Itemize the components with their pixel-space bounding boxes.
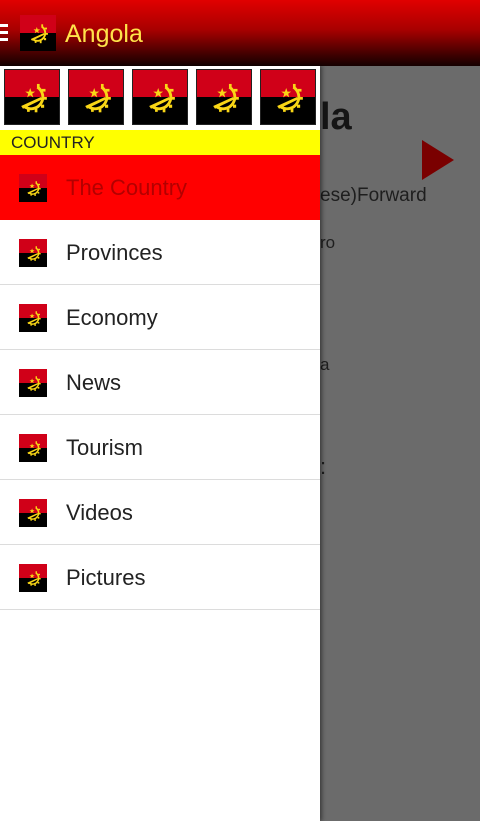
angola-flag-icon (18, 564, 48, 592)
angola-flag-icon[interactable] (196, 69, 252, 125)
menu-item-label: Videos (66, 500, 133, 525)
menu-item-label: Tourism (66, 435, 144, 460)
menu-item-videos[interactable]: Videos (0, 480, 320, 545)
flag-strip (0, 66, 320, 130)
menu-item-tourism[interactable]: Tourism (0, 415, 320, 480)
angola-flag-icon[interactable] (4, 69, 60, 125)
menu-item-the-country[interactable]: The Country (0, 155, 320, 220)
section-header-country: COUNTRY (0, 130, 320, 155)
app-title: Angola (65, 20, 143, 48)
angola-flag-icon[interactable] (132, 69, 188, 125)
angola-flag-icon (18, 369, 48, 397)
angola-flag-icon[interactable] (260, 69, 316, 125)
action-bar: Angola (0, 0, 480, 66)
angola-flag-icon (18, 499, 48, 527)
navigation-drawer: COUNTRY The Country Provinces Economy Ne… (0, 66, 320, 821)
angola-flag-icon (18, 239, 48, 267)
background-content: la ese)Forward ro a : (320, 66, 480, 821)
menu-item-news[interactable]: News (0, 350, 320, 415)
background-text-line: ro (320, 233, 336, 252)
menu-item-label: The Country (66, 175, 188, 200)
angola-flag-icon[interactable] (68, 69, 124, 125)
menu-item-pictures[interactable]: Pictures (0, 545, 320, 610)
angola-flag-icon (18, 174, 48, 202)
menu-item-label: Economy (66, 305, 158, 330)
play-icon[interactable] (422, 140, 454, 180)
angola-flag-icon[interactable] (20, 15, 56, 51)
menu-item-label: News (66, 370, 122, 395)
menu-item-economy[interactable]: Economy (0, 285, 320, 350)
hamburger-menu-icon[interactable] (0, 24, 8, 42)
background-text-line: ese)Forward (320, 185, 427, 206)
background-text-line: : (320, 454, 327, 479)
menu-item-provinces[interactable]: Provinces (0, 220, 320, 285)
background-text-line: a (320, 355, 330, 374)
background-title: la (320, 96, 352, 138)
angola-flag-icon (18, 304, 48, 332)
menu-item-label: Provinces (66, 240, 163, 265)
menu-item-label: Pictures (66, 565, 146, 590)
angola-flag-icon (18, 434, 48, 462)
drawer-menu: The Country Provinces Economy News Touri… (0, 155, 320, 610)
